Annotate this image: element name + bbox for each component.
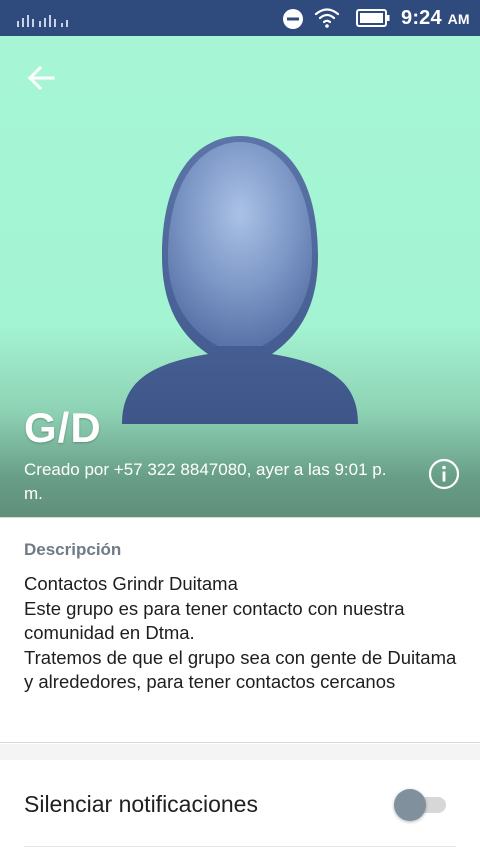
battery-icon — [356, 9, 390, 27]
status-bar: 9:24 AM — [0, 0, 480, 36]
clock-ampm: AM — [447, 11, 470, 27]
mute-notifications-label: Silenciar notificaciones — [24, 791, 258, 817]
signal-icon — [17, 15, 68, 27]
group-name: G/D — [24, 404, 102, 451]
row-divider — [24, 846, 456, 847]
clock-time: 9:24 — [401, 7, 442, 29]
info-icon[interactable] — [428, 458, 460, 490]
description-body: Contactos Grindr Duitama Este grupo es p… — [24, 573, 457, 692]
section-divider — [0, 744, 480, 760]
mute-notifications-toggle[interactable] — [394, 788, 448, 822]
arrow-left-icon[interactable] — [24, 62, 60, 98]
group-header: G/D Creado por +57 322 8847080, ayer a l… — [0, 36, 480, 517]
clock: 9:24 AM — [401, 7, 470, 30]
description-section: Descripción Contactos Grindr Duitama Est… — [0, 517, 480, 743]
description-title: Descripción — [24, 540, 122, 559]
created-by-text: Creado por +57 322 8847080, ayer a las 9… — [24, 460, 387, 503]
person-silhouette-icon — [122, 136, 358, 424]
toggle-thumb — [394, 789, 426, 821]
mute-notifications-row[interactable]: Silenciar notificaciones — [0, 760, 480, 854]
wifi-icon — [314, 8, 340, 28]
do-not-disturb-icon — [283, 9, 303, 29]
